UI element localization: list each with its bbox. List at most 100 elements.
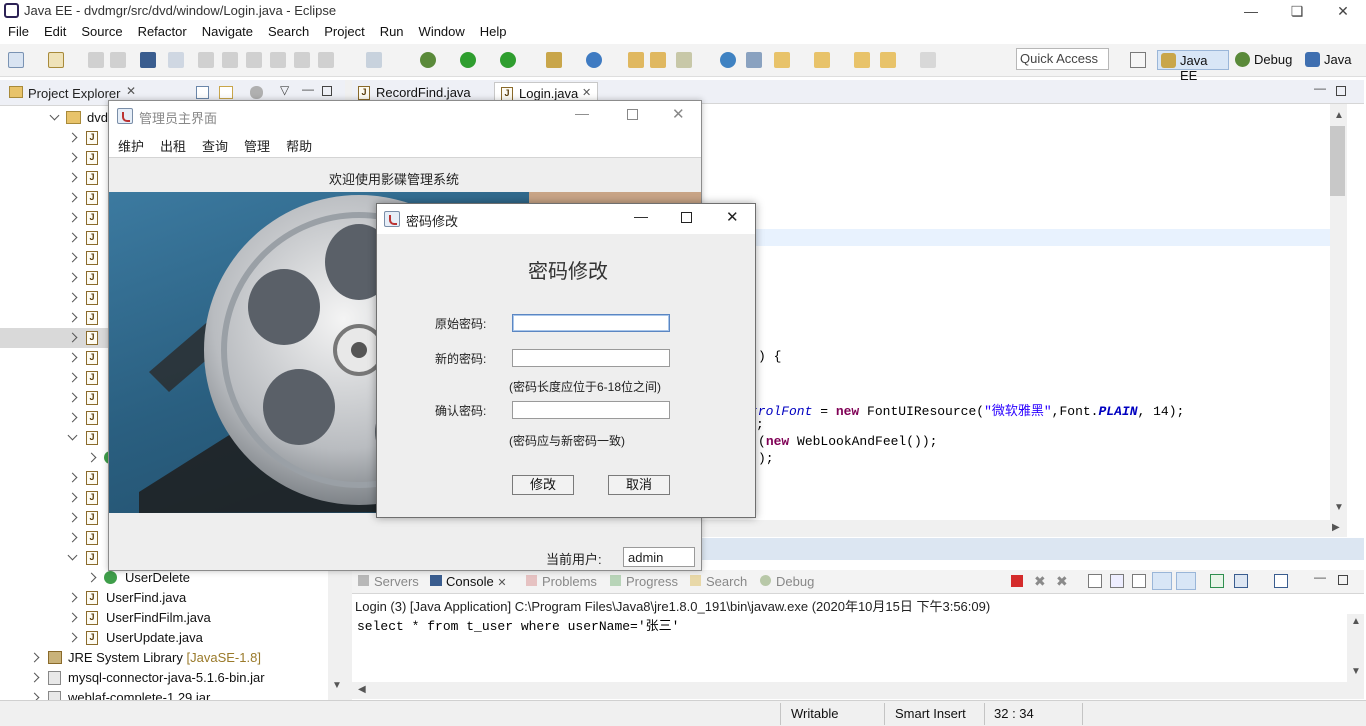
maximize-icon[interactable] <box>627 109 638 120</box>
minimize-icon[interactable]: — <box>634 208 648 224</box>
menu-navigate[interactable]: Navigate <box>194 22 260 39</box>
save-icon[interactable] <box>88 52 104 68</box>
step-into-icon[interactable] <box>270 52 286 68</box>
expand-chevron-icon[interactable] <box>86 572 97 583</box>
menu-query[interactable]: 查询 <box>193 131 235 155</box>
minimize-icon[interactable]: — <box>1228 0 1274 22</box>
menu-help[interactable]: 帮助 <box>277 131 319 155</box>
scroll-up-icon[interactable]: ▲ <box>1334 110 1344 121</box>
console-scrollbar[interactable]: ▲ ▼ <box>1347 614 1364 682</box>
chevron-right-icon[interactable] <box>67 412 78 423</box>
chevron-right-icon[interactable] <box>67 132 78 143</box>
perspective-debug[interactable]: Debug <box>1232 50 1300 70</box>
close-icon[interactable]: ✕ <box>1320 0 1366 22</box>
terminate-icon[interactable] <box>246 52 262 68</box>
remove-launch-icon[interactable]: ✖ <box>1034 573 1046 590</box>
view-menu-icon[interactable]: ▽ <box>280 83 289 97</box>
cancel-button[interactable]: 取消 <box>608 475 670 495</box>
scroll-down-icon[interactable]: ▼ <box>1351 666 1361 677</box>
tree-item[interactable]: J <box>0 388 110 408</box>
maximize-editor-icon[interactable] <box>1336 86 1346 96</box>
step-return-icon[interactable] <box>318 52 334 68</box>
chevron-right-icon[interactable] <box>67 232 78 243</box>
menu-edit[interactable]: Edit <box>36 22 73 39</box>
tree-lib-mysql[interactable]: mysql-connector-java-5.1.6-bin.jar <box>0 668 300 688</box>
tree-item[interactable]: J <box>0 488 110 508</box>
open-type-icon[interactable] <box>628 52 644 68</box>
menu-search[interactable]: Search <box>260 22 316 39</box>
tree-item[interactable]: J <box>0 408 110 428</box>
forward-icon[interactable] <box>920 52 936 68</box>
tree-item[interactable]: J <box>0 168 110 188</box>
chevron-down-icon[interactable] <box>67 430 78 441</box>
step-over-icon[interactable] <box>294 52 310 68</box>
expand-chevron-icon[interactable] <box>67 592 78 603</box>
tree-item[interactable]: J <box>0 468 110 488</box>
debug-icon[interactable] <box>420 52 436 68</box>
maximize-view-icon[interactable] <box>1338 575 1348 585</box>
remove-all-icon[interactable]: ✖ <box>1056 573 1068 590</box>
minimize-icon[interactable]: — <box>575 105 589 121</box>
tree-item-userfindfilm[interactable]: J UserFindFilm.java <box>0 608 220 628</box>
tree-item[interactable]: J <box>0 328 110 348</box>
chevron-right-icon[interactable] <box>67 172 78 183</box>
confirm-password-input[interactable] <box>512 401 670 419</box>
globe-icon[interactable] <box>720 52 736 68</box>
tree-item[interactable]: J <box>0 508 110 528</box>
minimize-view-icon[interactable]: — <box>302 82 314 96</box>
skip-breakpoints-icon[interactable] <box>168 52 184 68</box>
menu-project[interactable]: Project <box>316 22 371 39</box>
clear-console-icon[interactable] <box>1088 574 1102 588</box>
tab-console[interactable]: Console ✕ <box>430 574 507 589</box>
tree-item[interactable]: J <box>0 248 110 268</box>
tree-lib-jre[interactable]: JRE System Library [JavaSE-1.8] <box>0 648 300 668</box>
prev-annotation-icon[interactable] <box>814 52 830 68</box>
tree-item-userupdate[interactable]: J UserUpdate.java <box>0 628 220 648</box>
close-tab-icon[interactable]: ✕ <box>497 577 506 589</box>
show-stderr-icon[interactable] <box>1176 572 1196 590</box>
terminate-console-icon[interactable] <box>1011 575 1023 587</box>
quick-access-input[interactable]: Quick Access <box>1016 48 1109 70</box>
chevron-right-icon[interactable] <box>67 252 78 263</box>
tree-item[interactable]: J <box>0 148 110 168</box>
close-view-icon[interactable]: ✕ <box>126 84 136 98</box>
chevron-right-icon[interactable] <box>67 192 78 203</box>
save-all-icon[interactable] <box>110 52 126 68</box>
maximize-icon[interactable] <box>681 212 692 223</box>
expand-chevron-icon[interactable] <box>29 652 40 663</box>
scroll-down-icon[interactable]: ▼ <box>1334 502 1344 513</box>
scroll-right-icon[interactable]: ▶ <box>1332 522 1340 533</box>
modify-button[interactable]: 修改 <box>512 475 574 495</box>
tree-item[interactable]: J <box>0 288 110 308</box>
chevron-right-icon[interactable] <box>67 392 78 403</box>
old-password-input[interactable] <box>512 314 670 332</box>
chevron-right-icon[interactable] <box>67 332 78 343</box>
menu-source[interactable]: Source <box>73 22 129 39</box>
tab-servers[interactable]: Servers <box>358 574 419 589</box>
new-class-icon[interactable] <box>586 52 602 68</box>
tree-item[interactable] <box>0 448 117 468</box>
expand-chevron-icon[interactable] <box>67 632 78 643</box>
console-view[interactable]: Login (3) [Java Application] C:\Program … <box>352 594 1347 682</box>
tree-item[interactable]: J <box>0 428 110 448</box>
minimize-view-icon[interactable]: — <box>1314 570 1326 584</box>
scroll-up-icon[interactable]: ▲ <box>1351 616 1361 627</box>
menu-rent[interactable]: 出租 <box>151 131 193 155</box>
menu-maintain[interactable]: 维护 <box>109 131 151 155</box>
menu-help[interactable]: Help <box>472 22 514 39</box>
chevron-right-icon[interactable] <box>67 532 78 543</box>
tree-item[interactable]: J <box>0 188 110 208</box>
scroll-down-icon[interactable]: ▼ <box>332 680 342 691</box>
chevron-right-icon[interactable] <box>67 152 78 163</box>
tab-problems[interactable]: Problems <box>526 574 597 589</box>
display-console-icon[interactable] <box>1234 574 1248 588</box>
resume-icon[interactable] <box>198 52 214 68</box>
tree-item[interactable]: J <box>0 348 110 368</box>
tree-item[interactable]: J <box>0 308 110 328</box>
open-perspective-icon[interactable] <box>1130 52 1146 68</box>
chevron-right-icon[interactable] <box>67 492 78 503</box>
tree-item[interactable]: J <box>0 128 110 148</box>
last-edit-icon[interactable] <box>854 52 870 68</box>
run-external-icon[interactable] <box>500 52 516 68</box>
console-hscrollbar[interactable]: ◀ <box>352 682 1364 699</box>
